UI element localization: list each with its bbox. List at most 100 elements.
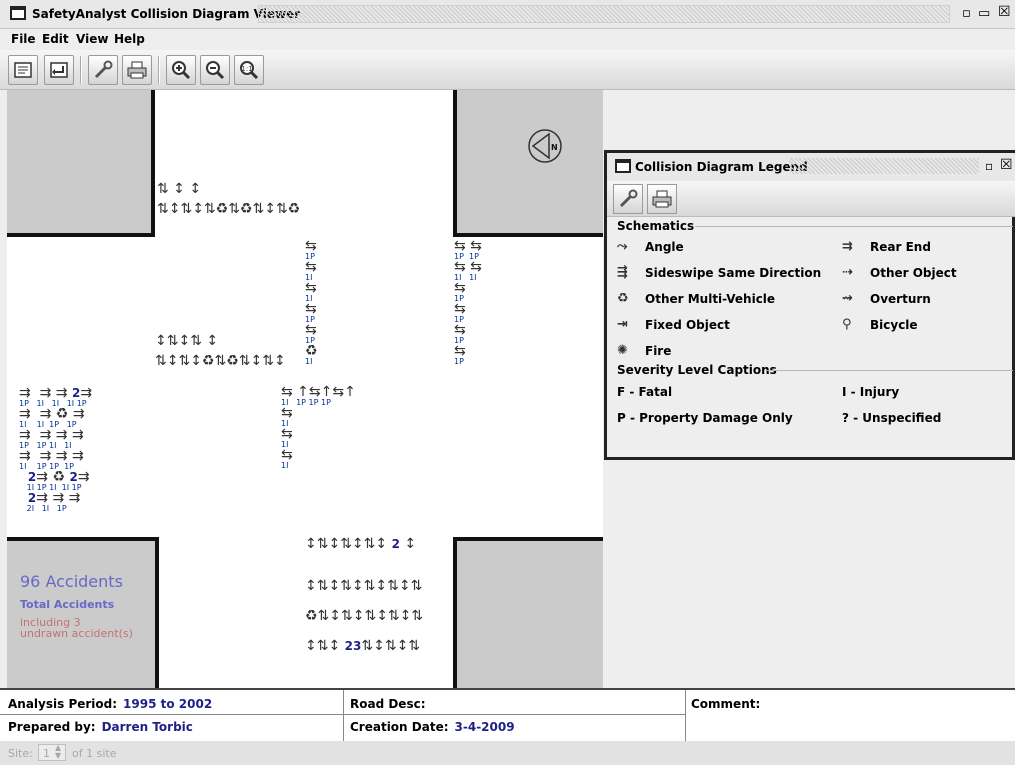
zoom-reset-button[interactable]: 1:1: [234, 55, 264, 85]
info-panel: Analysis Period: 1995 to 2002 Road Desc: …: [0, 688, 1015, 741]
severity-fatal: F - Fatal: [617, 385, 673, 399]
legend-title: Collision Diagram Legend: [635, 160, 808, 174]
report-button[interactable]: [8, 55, 38, 85]
accident-cluster-center-west: ⇆ 1P ⇆ 1I ⇆ 1I ⇆ 1P ⇆ 1P ♻ 1I: [305, 238, 318, 366]
legend-item-bicycle: ⚲ Bicycle: [842, 317, 918, 332]
legend-label: Overturn: [870, 291, 931, 306]
return-button[interactable]: [44, 55, 74, 85]
prepared-by-value: Darren Torbic: [101, 720, 193, 734]
legend-label: Sideswipe Same Direction: [645, 265, 822, 280]
settings-button[interactable]: [88, 55, 118, 85]
divider: [343, 690, 344, 741]
comment: Comment:: [691, 697, 760, 711]
legend-item-other-multi-vehicle: ♻ Other Multi-Vehicle: [617, 291, 775, 306]
legend-item-overturn: ⇝ Overturn: [842, 291, 931, 306]
collision-diagram-canvas[interactable]: N ⇅ ↕ ↕ ⇅↕⇅↕⇅♻⇅♻⇅↕⇅♻ ⇆ 1P ⇆ 1I ⇆ 1I ⇆ 1P ⇆ 1P…: [7, 90, 603, 688]
rear-end-icon: ⇉: [842, 239, 853, 254]
corner-block-sw: [7, 537, 159, 688]
legend-label: Other Multi-Vehicle: [645, 291, 776, 306]
schematics-header: Schematics: [617, 219, 695, 233]
group-number: 3: [353, 639, 362, 653]
group-number: 2: [344, 639, 354, 653]
close-icon[interactable]: ☒: [998, 4, 1011, 20]
other-object-icon: ⇢: [842, 265, 853, 280]
title-bar: SafetyAnalyst Collision Diagram Viewer ▫…: [0, 0, 1015, 29]
legend-drag-area[interactable]: [789, 158, 979, 174]
zoom-out-icon: [206, 61, 225, 80]
comment-label: Comment:: [691, 697, 761, 711]
legend-close-icon[interactable]: ☒: [1000, 157, 1013, 173]
prepared-by: Prepared by: Darren Torbic: [8, 720, 193, 734]
wrench-icon: [94, 60, 113, 79]
return-icon: [50, 62, 68, 78]
report-icon: [14, 62, 32, 78]
legend-toolbar: [607, 181, 1015, 217]
severity-header: Severity Level Captions: [617, 363, 777, 377]
zoom-reset-icon: 1:1: [240, 61, 259, 80]
menu-edit[interactable]: Edit: [42, 32, 69, 46]
accident-cluster-west: ⇉ ⇉ ⇉ 2⇉ 1P 1I 1I 1I 1P ⇉ ⇉ ♻ ⇉ 1I 1I 1P 1…: [19, 385, 93, 513]
menu-view[interactable]: View: [76, 32, 108, 46]
legend-print-button[interactable]: [647, 184, 677, 214]
severity-property-damage: P - Property Damage Only: [617, 411, 793, 425]
zoom-out-button[interactable]: [200, 55, 230, 85]
legend-window: Collision Diagram Legend ▫ ☒ Schematics …: [604, 150, 1015, 460]
other-multi-vehicle-icon: ♻: [617, 291, 629, 306]
site-stepper[interactable]: 1 ▲ ▼: [38, 743, 66, 761]
print-icon: [127, 61, 147, 79]
toolbar: 1:1: [0, 50, 1015, 90]
legend-label: Fixed Object: [645, 317, 730, 332]
undrawn-line-2: undrawn accident(s): [20, 627, 133, 640]
legend-item-angle: ⤳ Angle: [617, 239, 684, 254]
legend-item-sideswipe: ⇶ Sideswipe Same Direction: [617, 265, 821, 280]
maximize-icon[interactable]: ▭: [978, 6, 990, 21]
sideswipe-same-direction-icon: ⇶: [617, 265, 628, 280]
divider: [767, 370, 1013, 371]
north-label: N: [551, 143, 558, 152]
toolbar-separator: [80, 56, 82, 84]
legend-item-other-object: ⇢ Other Object: [842, 265, 957, 280]
zoom-in-icon: [172, 61, 191, 80]
group-number: 2: [27, 491, 37, 505]
zoom-in-button[interactable]: [166, 55, 196, 85]
accident-cluster-east: ⇆ ⇆ 1P 1P ⇆ ⇆ 1I 1I ⇆ 1P ⇆ 1P ⇆ 1P ⇆ 1P: [454, 238, 482, 366]
toolbar-separator: [158, 56, 160, 84]
total-accidents-label: Total Accidents: [20, 598, 115, 611]
corner-block-nw: [7, 90, 155, 237]
svg-text:1:1: 1:1: [241, 65, 252, 73]
divider: [685, 690, 686, 741]
severity-unspecified: ? - Unspecified: [842, 411, 942, 425]
menu-file[interactable]: File: [11, 32, 36, 46]
fire-icon: ✺: [617, 343, 628, 358]
creation-date-value: 3-4-2009: [454, 720, 515, 734]
print-button[interactable]: [122, 55, 152, 85]
accident-cluster-center: ⇆ ↑⇆↑⇆↑ 1I 1P 1P 1P ⇆ 1I ⇆ 1I ⇆ 1I: [281, 384, 356, 470]
analysis-period: Analysis Period: 1995 to 2002: [8, 697, 212, 711]
legend-item-fixed-object: ⇥ Fixed Object: [617, 317, 730, 332]
group-number: 2: [72, 386, 81, 400]
legend-restore-icon[interactable]: ▫: [985, 159, 993, 173]
minimize-icon[interactable]: ▫: [962, 6, 971, 21]
window-icon: [10, 6, 26, 20]
site-total: of 1 site: [72, 747, 117, 760]
title-drag-area[interactable]: [258, 5, 950, 23]
stepper-down-icon[interactable]: ▼: [55, 751, 61, 760]
corner-block-se: [453, 537, 603, 688]
legend-title-bar: Collision Diagram Legend ▫ ☒: [607, 153, 1015, 181]
legend-label: Rear End: [870, 239, 931, 254]
site-label: Site:: [8, 747, 33, 760]
north-arrow: N: [527, 128, 563, 167]
analysis-period-label: Analysis Period:: [8, 697, 118, 711]
creation-date-label: Creation Date:: [350, 720, 449, 734]
site-value: 1: [43, 747, 50, 760]
legend-label: Angle: [645, 239, 684, 254]
road-desc-label: Road Desc:: [350, 697, 426, 711]
angle-icon: ⤳: [617, 239, 628, 254]
accident-cluster-middle: ↕⇅↕⇅ ↕ ⇅↕⇅↕♻⇅♻⇅↕⇅↕: [155, 333, 286, 369]
legend-label: Bicycle: [870, 317, 918, 332]
legend-settings-button[interactable]: [613, 184, 643, 214]
legend-item-rear-end: ⇉ Rear End: [842, 239, 931, 254]
menu-help[interactable]: Help: [114, 32, 145, 46]
accident-cluster-north: ⇅ ↕ ↕ ⇅↕⇅↕⇅♻⇅♻⇅↕⇅♻: [157, 181, 301, 217]
status-bar: Site: 1 ▲ ▼ of 1 site: [0, 741, 1015, 765]
